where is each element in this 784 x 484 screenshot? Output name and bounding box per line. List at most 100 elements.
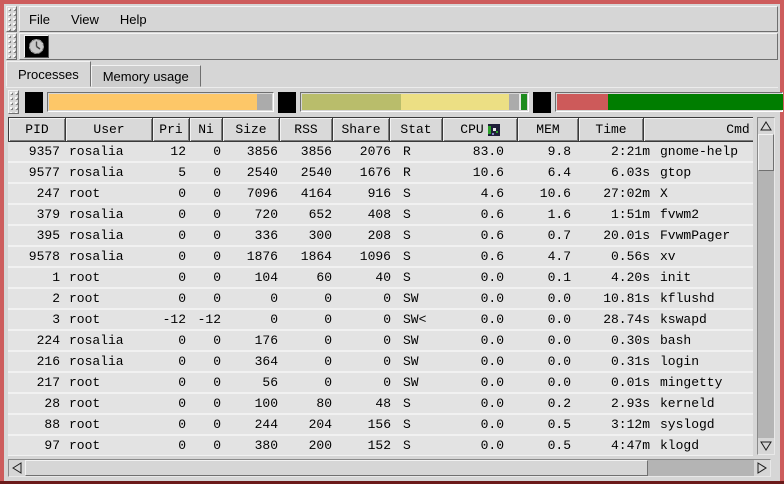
cell-stat: S [396, 394, 450, 413]
cell-mem: 0.0 [526, 331, 588, 350]
process-row[interactable]: 224rosalia0017600SW0.00.00.30sbash [8, 331, 753, 352]
process-row[interactable]: 395rosalia00336300208S0.60.720.01sFvwmPa… [8, 226, 753, 247]
mini-graph-swap [533, 92, 551, 113]
cell-stat: SW [396, 373, 450, 392]
menu-item-view[interactable]: View [62, 9, 111, 30]
process-row[interactable]: 9357rosalia120385638562076R83.09.82:21mg… [8, 142, 753, 163]
cell-time: 28.74s [588, 310, 654, 329]
column-header-time[interactable]: Time [578, 117, 644, 142]
cell-stat: SW [396, 289, 450, 308]
menu-item-file[interactable]: File [20, 9, 62, 30]
swap-bar-segment [557, 94, 608, 110]
cell-cpu: 0.0 [450, 289, 526, 308]
column-header-stat[interactable]: Stat [389, 117, 443, 142]
vertical-scrollbar[interactable] [757, 117, 775, 455]
cell-time: 20.01s [588, 226, 654, 245]
scroll-left-button[interactable] [9, 460, 25, 476]
process-row[interactable]: 216rosalia0036400SW0.00.00.31slogin [8, 352, 753, 373]
process-row[interactable]: 379rosalia00720652408S0.61.61:51mfvwm2 [8, 205, 753, 226]
cell-size: 364 [226, 352, 284, 371]
column-header-cmd[interactable]: Cmd [643, 117, 753, 142]
summary-bars [8, 89, 784, 115]
column-header-share[interactable]: Share [332, 117, 390, 142]
column-header-label: Cmd [726, 122, 749, 137]
column-header-pri[interactable]: Pri [152, 117, 190, 142]
clock-tool-button[interactable] [24, 35, 49, 58]
cell-time: 3:12m [588, 415, 654, 434]
cell-cmd: gnome-help [654, 142, 753, 161]
cell-rss: 4164 [284, 184, 338, 203]
cell-time: 1:51m [588, 205, 654, 224]
cell-time: 10.81s [588, 289, 654, 308]
process-row[interactable]: 97root00380200152S0.00.54:47mklogd [8, 436, 753, 456]
cell-pid: 28 [8, 394, 66, 413]
cell-pid: 9577 [8, 163, 66, 182]
cell-share: 0 [338, 373, 396, 392]
cell-size: 104 [226, 268, 284, 287]
column-header-user[interactable]: User [65, 117, 153, 142]
cell-pid: 9357 [8, 142, 66, 161]
menubar-grip[interactable] [6, 6, 17, 32]
scroll-down-button[interactable] [758, 438, 774, 454]
cell-size: 1876 [226, 247, 284, 266]
tab-memory-usage[interactable]: Memory usage [91, 65, 201, 87]
process-row[interactable]: 247root0070964164916S4.610.627:02mX [8, 184, 753, 205]
cell-user: rosalia [66, 205, 154, 224]
table-body: 9357rosalia120385638562076R83.09.82:21mg… [8, 142, 753, 456]
cpu-bar-segment [257, 94, 272, 110]
cell-user: root [66, 268, 154, 287]
column-header-pid[interactable]: PID [8, 117, 66, 142]
process-table: PIDUserPriNiSizeRSSShareStatCPUMEMTimeCm… [8, 117, 776, 478]
toolbar-grip[interactable] [6, 33, 17, 60]
cell-share: 0 [338, 310, 396, 329]
cell-rss: 60 [284, 268, 338, 287]
cell-size: 0 [226, 310, 284, 329]
horizontal-scrollbar-thumb[interactable] [25, 460, 648, 476]
cell-ni: -12 [192, 310, 226, 329]
cell-rss: 0 [284, 310, 338, 329]
vertical-scrollbar-thumb[interactable] [758, 134, 774, 171]
cell-share: 156 [338, 415, 396, 434]
cell-user: root [66, 394, 154, 413]
process-row[interactable]: 9578rosalia00187618641096S0.64.70.56sxv [8, 247, 753, 268]
horizontal-scrollbar[interactable] [8, 459, 771, 477]
process-row[interactable]: 1root001046040S0.00.14.20sinit [8, 268, 753, 289]
column-header-label: Size [235, 122, 266, 137]
cell-cpu: 4.6 [450, 184, 526, 203]
cell-mem: 6.4 [526, 163, 588, 182]
cell-share: 0 [338, 289, 396, 308]
summary-grip[interactable] [8, 90, 19, 114]
column-header-cpu[interactable]: CPU [442, 117, 518, 142]
cell-pri: 0 [154, 268, 192, 287]
process-row[interactable]: 9577rosalia50254025401676R10.66.46.03sgt… [8, 163, 753, 184]
notebook-page-edge [6, 87, 778, 88]
column-header-label: PID [25, 122, 48, 137]
process-row[interactable]: 2root00000SW0.00.010.81skflushd [8, 289, 753, 310]
process-row[interactable]: 3root-12-12000SW<0.00.028.74skswapd [8, 310, 753, 331]
column-header-ni[interactable]: Ni [189, 117, 223, 142]
cell-cpu: 0.0 [450, 310, 526, 329]
column-header-label: CPU [460, 122, 483, 137]
arrow-up-icon [760, 121, 772, 131]
cell-cpu: 0.6 [450, 205, 526, 224]
cell-size: 176 [226, 331, 284, 350]
cell-stat: R [396, 142, 450, 161]
menu-item-help[interactable]: Help [111, 9, 159, 30]
process-row[interactable]: 217root005600SW0.00.00.01smingetty [8, 373, 753, 394]
process-row[interactable]: 28root001008048S0.00.22.93skerneld [8, 394, 753, 415]
column-header-size[interactable]: Size [222, 117, 280, 142]
gtop-window: FileViewHelp Processes [0, 0, 784, 484]
scroll-up-button[interactable] [758, 118, 774, 134]
mini-graph-memory [278, 92, 296, 113]
column-header-rss[interactable]: RSS [279, 117, 333, 142]
cell-stat: S [396, 226, 450, 245]
tab-processes[interactable]: Processes [6, 61, 91, 87]
scroll-right-button[interactable] [754, 460, 770, 476]
process-row[interactable]: 88root00244204156S0.00.53:12msyslogd [8, 415, 753, 436]
cell-rss: 300 [284, 226, 338, 245]
sort-indicator-icon [488, 124, 500, 136]
usage-bar-cpu [47, 92, 274, 112]
cell-user: root [66, 310, 154, 329]
column-header-mem[interactable]: MEM [517, 117, 579, 142]
cell-pid: 3 [8, 310, 66, 329]
